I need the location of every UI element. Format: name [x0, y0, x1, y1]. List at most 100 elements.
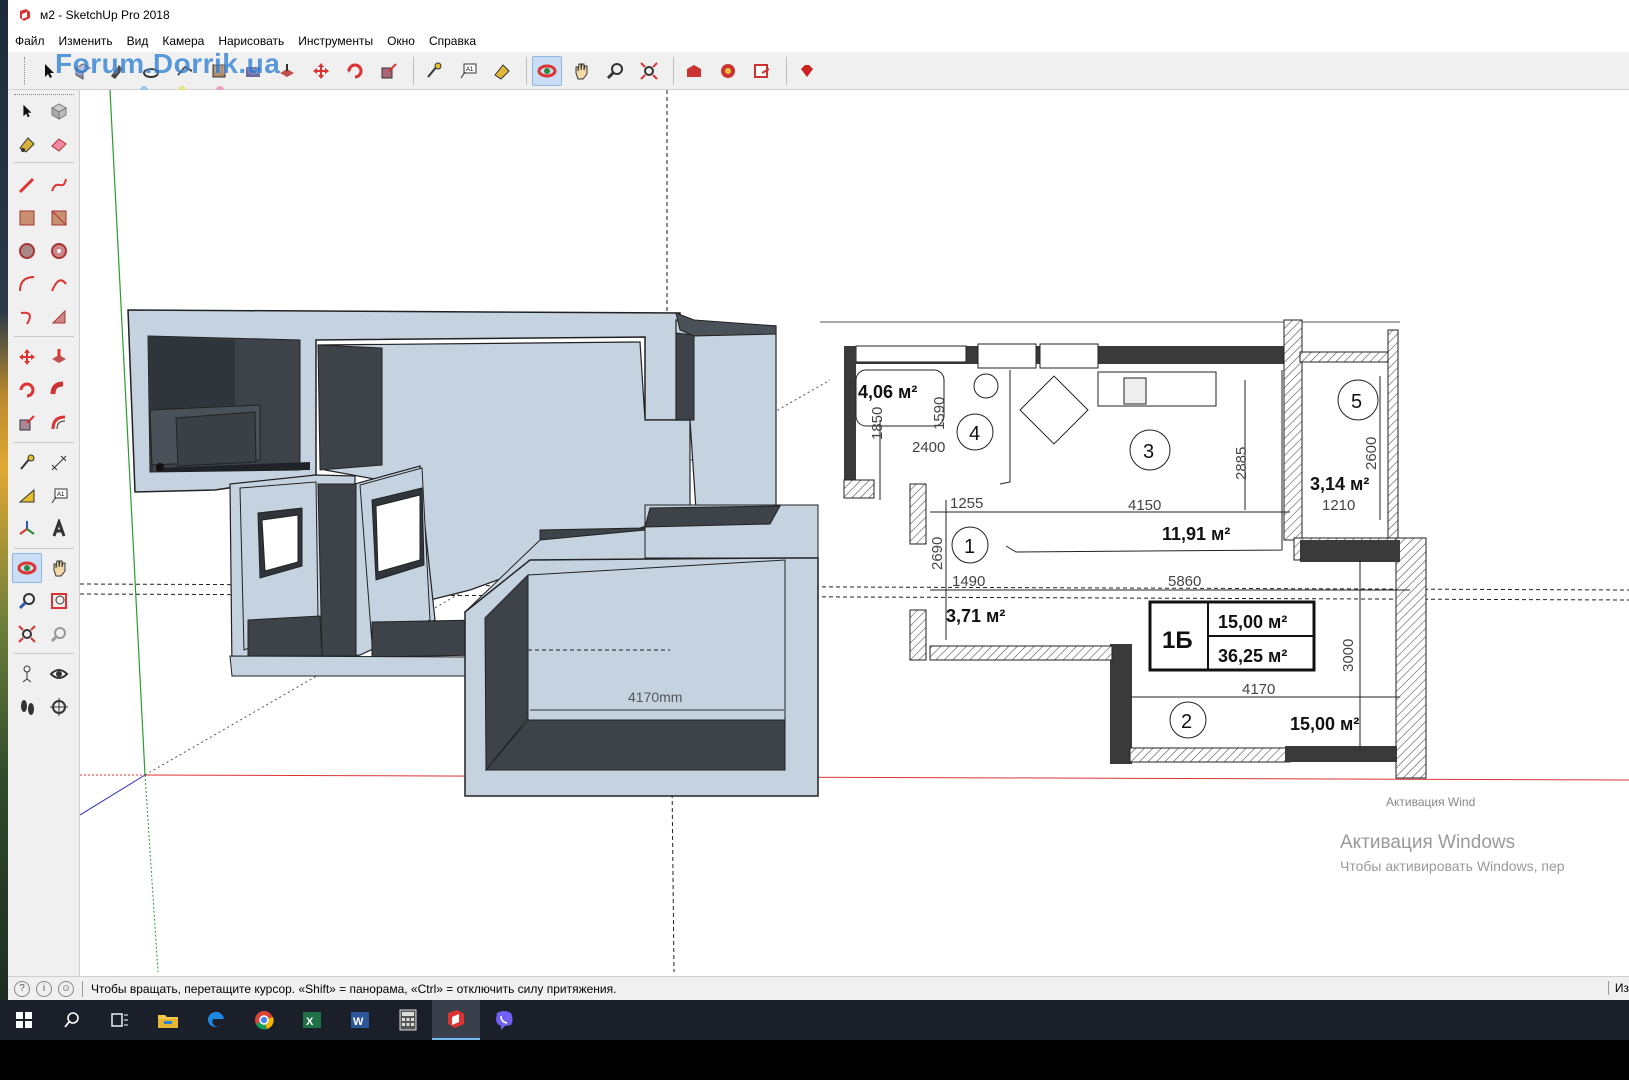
svg-text:A1: A1: [57, 492, 65, 498]
orbit-icon[interactable]: [12, 553, 42, 583]
svg-text:X: X: [306, 1016, 314, 1028]
select-icon[interactable]: [12, 96, 42, 126]
move-icon[interactable]: [12, 342, 42, 372]
viber-icon[interactable]: [480, 1000, 528, 1040]
zoom-extents-icon[interactable]: [634, 56, 664, 86]
toolbar-grip[interactable]: [24, 57, 28, 85]
sketchup-icon[interactable]: [432, 1000, 480, 1040]
rectangle-icon[interactable]: [12, 203, 42, 233]
blue-axis: [80, 774, 146, 816]
toolbar-separator: [786, 57, 787, 85]
plan-dim-4170: 4170: [1242, 681, 1275, 698]
zoom-window-icon[interactable]: [44, 586, 74, 616]
credits-icon[interactable]: i: [36, 980, 52, 997]
pie-icon[interactable]: [44, 302, 74, 332]
plan-room-5: 5: [1351, 391, 1362, 413]
menu-edit[interactable]: Изменить: [59, 34, 113, 48]
section-plane-icon[interactable]: [44, 692, 74, 722]
file-explorer-icon[interactable]: [144, 1000, 192, 1040]
scale-icon[interactable]: [374, 56, 404, 86]
palette-separator: [14, 548, 74, 549]
start-icon[interactable]: [0, 1000, 48, 1040]
search-icon[interactable]: [48, 1000, 96, 1040]
layout-icon[interactable]: [747, 56, 777, 86]
plan-summary-area-1: 15,00 м²: [1218, 612, 1287, 632]
plan-dim-1490: 1490: [952, 573, 985, 590]
two-point-arc-icon[interactable]: [44, 269, 74, 299]
window-title: м2 - SketchUp Pro 2018: [40, 8, 170, 22]
text-icon[interactable]: A1: [453, 56, 483, 86]
palette-separator: [14, 336, 74, 337]
look-around-icon[interactable]: [44, 659, 74, 689]
menu-view[interactable]: Вид: [127, 34, 149, 48]
walk-icon[interactable]: [12, 692, 42, 722]
desktop-wallpaper-strip: [0, 0, 8, 1040]
activation-title: Активация Windows: [1340, 832, 1516, 853]
menu-camera[interactable]: Камера: [162, 34, 204, 48]
plan-dim-4150: 4150: [1128, 497, 1161, 514]
freehand-icon[interactable]: [44, 170, 74, 200]
make-component-icon[interactable]: [44, 96, 74, 126]
menu-tools[interactable]: Инструменты: [298, 34, 373, 48]
pan-icon[interactable]: [566, 56, 596, 86]
plan-dim-1210: 1210: [1322, 497, 1355, 514]
task-view-icon[interactable]: [96, 1000, 144, 1040]
paint-icon[interactable]: [487, 56, 517, 86]
previous-view-icon[interactable]: [44, 619, 74, 649]
eraser-icon[interactable]: [44, 129, 74, 159]
zoom-icon[interactable]: [12, 586, 42, 616]
activation-subtitle: Чтобы активировать Windows, пер: [1340, 858, 1565, 874]
calculator-icon[interactable]: [384, 1000, 432, 1040]
pencil-line-icon[interactable]: [12, 170, 42, 200]
plan-room-4: 4: [969, 423, 980, 445]
menu-file[interactable]: Файл: [15, 34, 45, 48]
zoom-icon[interactable]: [600, 56, 630, 86]
plan-area-room5: 3,14 м²: [1310, 474, 1369, 494]
offset-icon[interactable]: [44, 408, 74, 438]
protractor-icon[interactable]: [12, 481, 42, 511]
zoom-extents-icon[interactable]: [12, 619, 42, 649]
rotate-icon[interactable]: [12, 375, 42, 405]
extension-warehouse-icon[interactable]: [713, 56, 743, 86]
move-icon[interactable]: [306, 56, 336, 86]
plan-faded-activation: Активация Wind: [1386, 795, 1475, 809]
status-bar: ? i ☺ Чтобы вращать, перетащите курсор. …: [8, 976, 1629, 1000]
excel-icon[interactable]: X: [288, 1000, 336, 1040]
scale-icon[interactable]: [12, 408, 42, 438]
circle-icon[interactable]: [12, 236, 42, 266]
three-point-arc-icon[interactable]: [12, 302, 42, 332]
ruby-icon[interactable]: [792, 56, 822, 86]
polygon-icon[interactable]: [44, 236, 74, 266]
position-camera-icon[interactable]: [12, 659, 42, 689]
plan-apartment-id: 1Б: [1162, 627, 1193, 654]
geo-location-icon[interactable]: ?: [14, 980, 30, 997]
arc-icon[interactable]: [12, 269, 42, 299]
dimension-icon[interactable]: [44, 448, 74, 478]
svg-text:A1: A1: [466, 67, 474, 73]
plan-dim-1850: 1850: [869, 407, 886, 440]
text-icon[interactable]: A1: [44, 481, 74, 511]
menu-window[interactable]: Окно: [387, 34, 415, 48]
follow-me-icon[interactable]: [44, 375, 74, 405]
rotated-rectangle-icon[interactable]: [44, 203, 74, 233]
push-pull-icon[interactable]: [44, 342, 74, 372]
orbit-icon[interactable]: [532, 56, 562, 86]
edge-icon[interactable]: [192, 1000, 240, 1040]
user-account-icon[interactable]: ☺: [58, 980, 74, 997]
rotate-icon[interactable]: [340, 56, 370, 86]
axes-icon[interactable]: [12, 514, 42, 544]
chrome-icon[interactable]: [240, 1000, 288, 1040]
svg-text:W: W: [353, 1016, 364, 1028]
menu-draw[interactable]: Нарисовать: [218, 34, 284, 48]
paint-bucket-icon[interactable]: [12, 129, 42, 159]
toolbar-separator: [526, 57, 527, 85]
3d-text-icon[interactable]: [44, 514, 74, 544]
menu-help[interactable]: Справка: [429, 34, 476, 48]
tape-measure-icon[interactable]: [419, 56, 449, 86]
plan-room-1: 1: [964, 536, 975, 558]
word-icon[interactable]: W: [336, 1000, 384, 1040]
tape-measure-icon[interactable]: [12, 448, 42, 478]
pan-icon[interactable]: [44, 553, 74, 583]
apartment-3d-model[interactable]: [127, 309, 819, 797]
warehouse-icon[interactable]: [679, 56, 709, 86]
